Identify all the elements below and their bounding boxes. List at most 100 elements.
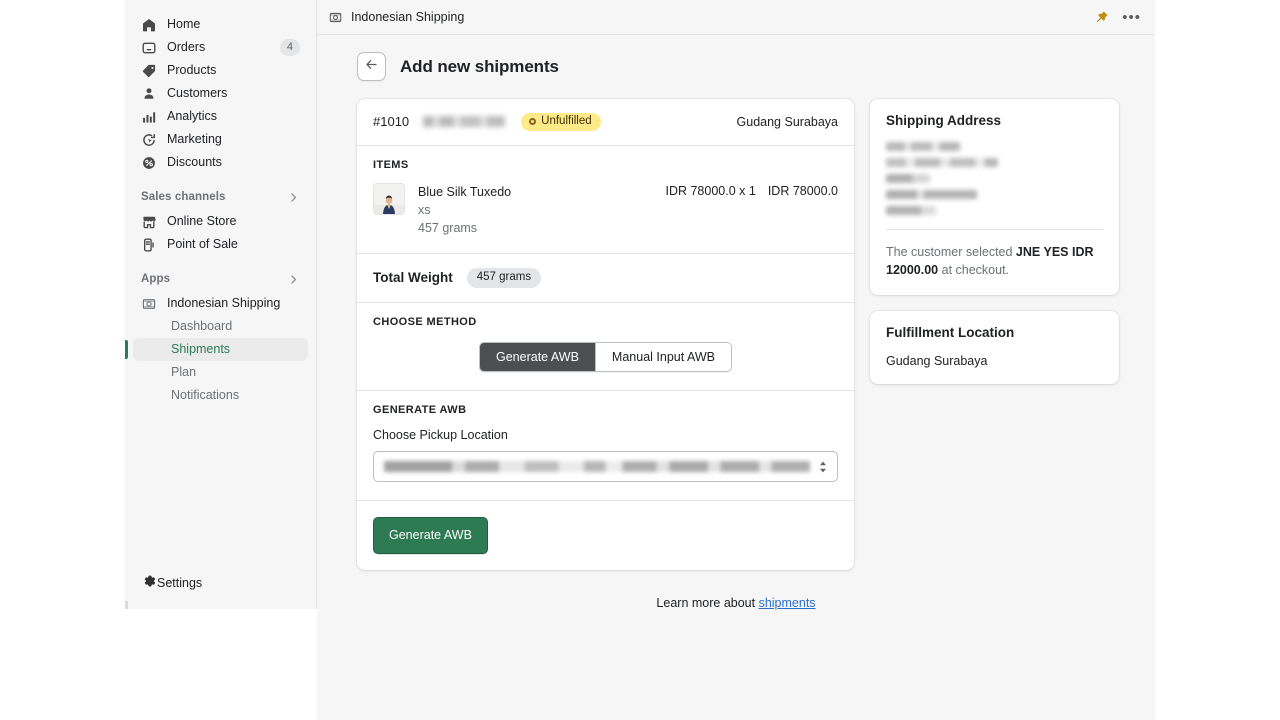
- tab-manual-input-awb[interactable]: Manual Input AWB: [595, 343, 731, 372]
- address-line-street-redacted: [886, 158, 998, 167]
- sidebar-item-analytics[interactable]: Analytics: [133, 105, 308, 128]
- sidebar-item-label: Dashboard: [171, 320, 232, 333]
- item-row: Blue Silk Tuxedo xs 457 grams IDR 78000.…: [373, 183, 838, 239]
- item-prices: IDR 78000.0 x 1 IDR 78000.0: [665, 183, 838, 198]
- sidebar-item-shipments[interactable]: Shipments: [133, 338, 308, 361]
- note-suffix: at checkout.: [938, 263, 1009, 277]
- chevron-right-icon[interactable]: [287, 191, 300, 204]
- sidebar-item-notifications[interactable]: Notifications: [133, 384, 308, 407]
- sidebar-section-sales-channels[interactable]: Sales channels: [141, 188, 300, 206]
- page-header: Add new shipments: [357, 52, 1155, 81]
- items-section: ITEMS: [357, 146, 854, 255]
- submit-section: Generate AWB: [357, 501, 854, 570]
- total-weight-section: Total Weight 457 grams: [357, 254, 854, 303]
- storefront-icon: [141, 214, 157, 230]
- footer-help: Learn more about shipments: [317, 596, 1155, 610]
- section-title: Sales channels: [141, 191, 226, 203]
- home-icon: [141, 17, 157, 33]
- section-title: Apps: [141, 273, 170, 285]
- items-section-label: ITEMS: [373, 159, 838, 171]
- product-thumbnail[interactable]: [373, 183, 405, 215]
- page-layout: #1010 Unfulfilled Gudang Surabaya ITEMS: [357, 99, 1155, 570]
- app-bar-actions: •••: [1095, 10, 1141, 25]
- pickup-location-label: Choose Pickup Location: [373, 428, 838, 442]
- sidebar-item-orders[interactable]: Orders 4: [133, 36, 308, 59]
- app-bar: Indonesian Shipping •••: [317, 0, 1155, 35]
- item-variant: xs: [418, 201, 511, 220]
- sidebar-item-label: Settings: [157, 577, 202, 590]
- sidebar-item-marketing[interactable]: Marketing: [133, 128, 308, 151]
- sidebar-item-point-of-sale[interactable]: Point of Sale: [133, 233, 308, 256]
- shipping-app-icon: [328, 10, 343, 25]
- shipping-address-card: Shipping Address The customer selected J…: [870, 99, 1119, 295]
- order-number[interactable]: #1010: [373, 114, 409, 129]
- sidebar-item-label: Notifications: [171, 389, 239, 402]
- sidebar-item-plan[interactable]: Plan: [133, 361, 308, 384]
- arrow-left-icon: [364, 57, 379, 77]
- bar-chart-icon: [141, 109, 157, 125]
- more-horizontal-icon[interactable]: •••: [1122, 10, 1141, 25]
- generate-awb-label: GENERATE AWB: [373, 404, 838, 416]
- sidebar-item-products[interactable]: Products: [133, 59, 308, 82]
- pin-icon[interactable]: [1095, 10, 1109, 24]
- sidebar-resize-handle[interactable]: [125, 601, 128, 609]
- address-line-region-redacted: [886, 190, 977, 199]
- choose-method-section: CHOOSE METHOD Generate AWB Manual Input …: [357, 303, 854, 392]
- sidebar-item-dashboard[interactable]: Dashboard: [133, 315, 308, 338]
- shipping-address-title: Shipping Address: [886, 113, 1103, 128]
- shipping-address-lines: [886, 142, 1103, 215]
- megaphone-cursor-icon: [141, 132, 157, 148]
- page-title: Add new shipments: [400, 57, 559, 77]
- divider: [886, 229, 1103, 230]
- fulfillment-location-title: Fulfillment Location: [886, 325, 1103, 340]
- side-column: Shipping Address The customer selected J…: [870, 99, 1119, 384]
- pickup-location-value-redacted: [384, 461, 810, 472]
- tab-generate-awb[interactable]: Generate AWB: [480, 343, 595, 372]
- sidebar-item-label: Discounts: [167, 156, 222, 169]
- status-badge-label: Unfulfilled: [541, 116, 592, 128]
- main-column: #1010 Unfulfilled Gudang Surabaya ITEMS: [357, 99, 854, 570]
- fulfillment-location-value: Gudang Surabaya: [886, 354, 1103, 368]
- method-segmented-control: Generate AWB Manual Input AWB: [373, 342, 838, 373]
- status-badge: Unfulfilled: [521, 113, 601, 131]
- sidebar-item-label: Marketing: [167, 133, 222, 146]
- orders-inbox-icon: [141, 40, 157, 56]
- sidebar-item-online-store[interactable]: Online Store: [133, 210, 308, 233]
- item-info: Blue Silk Tuxedo xs 457 grams: [418, 183, 511, 239]
- segmented-buttons: Generate AWB Manual Input AWB: [479, 342, 732, 373]
- address-line-name-redacted: [886, 142, 960, 151]
- total-weight-badge: 457 grams: [467, 268, 541, 288]
- sidebar: Home Orders 4 Products Customers A: [125, 0, 317, 609]
- item-weight: 457 grams: [418, 219, 511, 238]
- back-button[interactable]: [357, 52, 386, 81]
- sidebar-item-label: Orders: [167, 41, 205, 54]
- total-weight-label: Total Weight: [373, 270, 453, 285]
- order-location: Gudang Surabaya: [737, 115, 838, 129]
- sidebar-item-settings[interactable]: Settings: [133, 572, 210, 595]
- pickup-location-select[interactable]: [373, 451, 838, 482]
- person-icon: [141, 86, 157, 102]
- sidebar-item-customers[interactable]: Customers: [133, 82, 308, 105]
- shipping-app-icon: [141, 296, 157, 312]
- sidebar-item-home[interactable]: Home: [133, 13, 308, 36]
- sidebar-item-discounts[interactable]: Discounts: [133, 151, 308, 174]
- shipment-card: #1010 Unfulfilled Gudang Surabaya ITEMS: [357, 99, 854, 570]
- address-line-country-redacted: [886, 206, 936, 215]
- generate-awb-button[interactable]: Generate AWB: [373, 517, 488, 554]
- sidebar-item-label: Analytics: [167, 110, 217, 123]
- shipments-help-link[interactable]: shipments: [759, 596, 816, 610]
- card-gap: [870, 295, 1119, 311]
- gear-icon: [141, 573, 157, 594]
- fulfillment-location-card: Fulfillment Location Gudang Surabaya: [870, 311, 1119, 384]
- sidebar-section-apps[interactable]: Apps: [141, 270, 300, 288]
- sidebar-item-indonesian-shipping[interactable]: Indonesian Shipping: [133, 292, 308, 315]
- app-root: Home Orders 4 Products Customers A: [0, 0, 1280, 720]
- chevron-right-icon[interactable]: [287, 273, 300, 286]
- note-prefix: The customer selected: [886, 245, 1016, 259]
- item-title[interactable]: Blue Silk Tuxedo: [418, 183, 511, 201]
- sidebar-item-label: Point of Sale: [167, 238, 238, 251]
- sidebar-item-label: Plan: [171, 366, 196, 379]
- order-header-row: #1010 Unfulfilled Gudang Surabaya: [357, 99, 854, 146]
- address-line-city-redacted: [886, 174, 930, 183]
- sidebar-item-label: Customers: [167, 87, 227, 100]
